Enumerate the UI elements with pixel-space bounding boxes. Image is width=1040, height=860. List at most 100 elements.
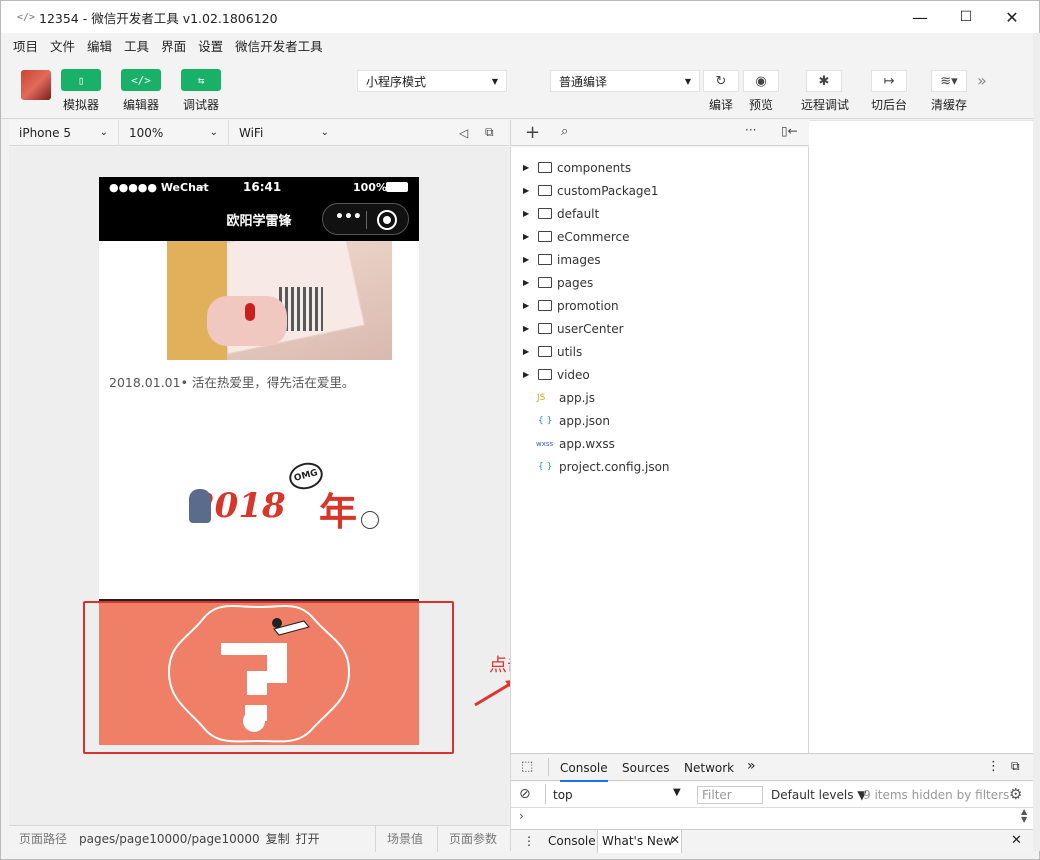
zoom-value: 100% [129, 125, 164, 140]
refresh-icon: ↻ [715, 73, 727, 89]
folder-custompackage1[interactable]: ▶ customPackage1 [511, 179, 810, 202]
window-title: 12354 - 微信开发者工具 v1.02.1806120 [39, 10, 278, 26]
battery-text: 100% [353, 180, 387, 194]
network-select[interactable]: WiFi ⌄ [229, 120, 339, 146]
tabs-more-button[interactable]: » [747, 758, 756, 774]
scroll-arrows-icon[interactable]: ▲ ▼ [1021, 808, 1027, 824]
folder-ecommerce[interactable]: ▶ eCommerce [511, 225, 810, 248]
folder-label: userCenter [557, 321, 624, 336]
caret-right-icon: ▶ [523, 186, 530, 195]
clear-cache-button[interactable]: ≋▾ [931, 70, 967, 92]
page-params-button[interactable]: 页面参数 [449, 830, 497, 847]
maximize-button[interactable]: ☐ [943, 1, 989, 33]
copy-link[interactable]: 复制 [266, 830, 290, 847]
folder-components[interactable]: ▶ components [511, 156, 810, 179]
folder-utils[interactable]: ▶ utils [511, 340, 810, 363]
code-icon: </> [131, 73, 151, 87]
chevron-down-icon: ⌄ [320, 127, 329, 138]
console-prompt-icon[interactable]: › [519, 809, 524, 823]
minimize-button[interactable]: — [897, 1, 943, 33]
caret-down-icon: ▼ [491, 76, 498, 86]
undock-icon[interactable]: ⧉ [1011, 759, 1020, 774]
caret-right-icon: ▶ [523, 278, 530, 287]
filter-input[interactable]: Filter [697, 786, 763, 804]
debugger-toggle-button[interactable]: ⇆ [181, 69, 221, 91]
toolbar: ▯ 模拟器 </> 编辑器 ⇆ 调试器 小程序模式 ▼ 普通编译 ▼ ↻ 编译 … [1, 57, 1033, 119]
drawer-tab-console[interactable]: Console [548, 834, 596, 848]
drawer-menu-icon[interactable]: ⋮ [523, 834, 535, 848]
avatar[interactable] [21, 70, 51, 100]
carrier: ●●●●● WeChat [109, 180, 209, 194]
popout-icon[interactable]: ⧉ [485, 125, 494, 140]
page-path-label: 页面路径 [19, 832, 68, 846]
menu-project[interactable]: 项目 [13, 36, 38, 55]
file-project-config-json[interactable]: { } project.config.json [511, 455, 810, 478]
swap-arrows-icon: ⇆ [197, 73, 205, 87]
drawer-tab-whats-new[interactable]: What's New [602, 834, 673, 848]
editor-label: 编辑器 [122, 98, 159, 112]
zoom-select[interactable]: 100% ⌄ [119, 119, 229, 146]
mode-select[interactable]: 小程序模式 ▼ [357, 70, 507, 92]
folder-promotion[interactable]: ▶ promotion [511, 294, 810, 317]
folder-label: images [557, 252, 601, 267]
menu-edit[interactable]: 编辑 [87, 36, 112, 55]
compile-select[interactable]: 普通编译 ▼ [550, 70, 700, 92]
background-button[interactable]: ↦ [871, 70, 907, 92]
preview-label: 预览 [748, 98, 773, 112]
tab-sources[interactable]: Sources [622, 761, 669, 775]
inspect-element-icon[interactable]: ⬚ [521, 759, 533, 774]
more-dots-icon[interactable]: ··· [745, 123, 756, 137]
menu-tools[interactable]: 工具 [124, 36, 149, 55]
close-button[interactable]: ✕ [989, 1, 1035, 33]
folder-pages[interactable]: ▶ pages [511, 271, 810, 294]
exit-arrow-icon: ↦ [883, 73, 895, 89]
kebab-menu-icon[interactable]: ⋮ [987, 759, 1000, 774]
menu-file[interactable]: 文件 [50, 36, 75, 55]
folder-video[interactable]: ▶ video [511, 363, 810, 386]
wxss-file-icon: wxss [536, 439, 554, 448]
gear-icon[interactable]: ⚙ [1009, 785, 1022, 803]
editor-area [809, 120, 1033, 753]
folder-usercenter[interactable]: ▶ userCenter [511, 317, 810, 340]
editor-toggle-button[interactable]: </> [121, 69, 161, 91]
device-select[interactable]: iPhone 5 ⌄ [9, 119, 119, 146]
context-select[interactable]: top [553, 788, 573, 802]
file-app-json[interactable]: { } app.json [511, 409, 810, 432]
file-app-js[interactable]: JS app.js [511, 386, 810, 409]
phone-icon: ▯ [77, 73, 85, 87]
folder-default[interactable]: ▶ default [511, 202, 810, 225]
menu-bar: 项目 文件 编辑 工具 界面 设置 微信开发者工具 [1, 33, 1033, 57]
collapse-panel-icon[interactable]: ▯← [781, 124, 798, 138]
folder-icon [538, 300, 552, 311]
close-tab-icon[interactable]: ✕ [670, 833, 680, 847]
compile-button[interactable]: ↻ [703, 70, 739, 92]
toolbar-more-button[interactable]: » [977, 71, 987, 90]
open-link[interactable]: 打开 [296, 830, 320, 847]
remote-debug-button[interactable]: ✱ [806, 70, 842, 92]
menu-devtools[interactable]: 微信开发者工具 [235, 36, 323, 55]
add-icon[interactable]: + [525, 122, 540, 143]
menu-settings[interactable]: 设置 [198, 36, 223, 55]
clear-console-icon[interactable]: ⊘ [519, 786, 531, 802]
scene-value-button[interactable]: 场景值 [387, 830, 423, 847]
menu-view[interactable]: 界面 [161, 36, 186, 55]
phone-nav-bar: 欧阳学雷锋 ••• [99, 197, 419, 241]
remote-debug-label: 远程调试 [800, 98, 849, 112]
close-drawer-icon[interactable]: ✕ [1011, 833, 1022, 848]
file-app-wxss[interactable]: wxss app.wxss [511, 432, 810, 455]
tab-console[interactable]: Console [560, 761, 608, 782]
simulator-toggle-button[interactable]: ▯ [61, 69, 101, 91]
battery-icon [386, 182, 408, 192]
levels-select[interactable]: Default levels ▼ [771, 788, 867, 802]
capsule-button[interactable]: ••• [322, 203, 409, 235]
volume-icon[interactable]: ◁ [459, 126, 468, 140]
clear-cache-label: 清缓存 [930, 98, 967, 112]
search-icon[interactable]: ⌕ [561, 124, 568, 139]
bug-icon: ✱ [818, 73, 830, 89]
close-circle-icon[interactable] [377, 210, 397, 230]
preview-button[interactable]: ◉ [743, 70, 779, 92]
capsule-divider [366, 211, 367, 229]
more-dots-icon[interactable]: ••• [335, 209, 362, 225]
folder-images[interactable]: ▶ images [511, 248, 810, 271]
tab-network[interactable]: Network [684, 761, 734, 775]
